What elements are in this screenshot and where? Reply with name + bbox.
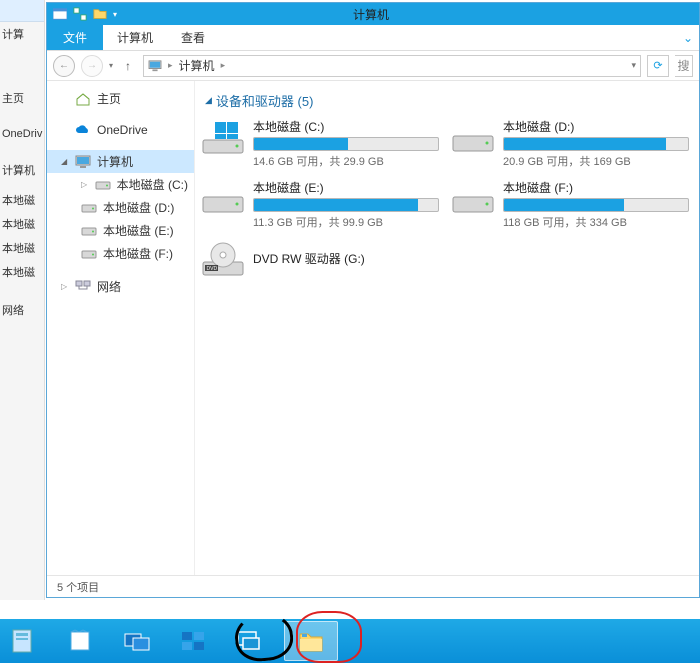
content-area[interactable]: ◢ 设备和驱动器 (5) 本地磁盘 (C:) 14.6 GB 可用，共 29.9…	[195, 81, 699, 575]
nav-drive-e[interactable]: 本地磁盘 (E:)	[47, 219, 194, 242]
recent-dropdown-icon[interactable]: ▾	[109, 61, 113, 70]
background-window: 计算 主页 OneDriv 计算机 本地磁 本地磁 本地磁 本地磁 网络	[0, 0, 45, 600]
drive-name: DVD RW 驱动器 (G:)	[253, 240, 433, 269]
nav-label: 本地磁盘 (E:)	[103, 222, 174, 239]
nav-onedrive[interactable]: OneDrive	[47, 120, 194, 140]
group-title: 设备和驱动器 (5)	[216, 91, 314, 110]
taskbar-app-3[interactable]	[116, 624, 158, 658]
file-tab[interactable]: 文件	[47, 25, 103, 50]
nav-computer[interactable]: ◢ 计算机	[47, 150, 194, 173]
drive-icon	[81, 247, 97, 261]
drive-name: 本地磁盘 (F:)	[503, 179, 689, 198]
taskbar-app-5[interactable]	[228, 624, 270, 658]
taskbar-notes[interactable]	[60, 624, 102, 658]
drive-e[interactable]: 本地磁盘 (E:) 11.3 GB 可用，共 99.9 GB	[201, 179, 433, 230]
usage-bar	[503, 198, 689, 212]
home-icon	[75, 92, 91, 106]
drive-name: 本地磁盘 (C:)	[253, 118, 439, 137]
usage-bar	[253, 198, 439, 212]
drive-d[interactable]: 本地磁盘 (D:) 20.9 GB 可用，共 169 GB	[451, 118, 683, 169]
drive-icon	[81, 224, 97, 238]
drive-stats: 14.6 GB 可用，共 29.9 GB	[253, 151, 439, 169]
up-button[interactable]: ↑	[119, 59, 137, 73]
expand-icon[interactable]: ▷	[61, 282, 69, 291]
nav-drive-f[interactable]: 本地磁盘 (F:)	[47, 242, 194, 265]
breadcrumb[interactable]: 计算机	[179, 57, 215, 74]
expand-icon[interactable]: ▷	[81, 180, 89, 189]
address-dropdown-icon[interactable]: ▾	[631, 60, 636, 71]
collapse-icon[interactable]: ◢	[205, 95, 212, 106]
nav-network[interactable]: ▷ 网络	[47, 275, 194, 298]
item-count: 5 个项目	[57, 579, 99, 595]
drive-icon	[451, 179, 495, 217]
view-tab[interactable]: 查看	[167, 25, 219, 50]
taskbar[interactable]	[0, 619, 700, 663]
drive-f[interactable]: 本地磁盘 (F:) 118 GB 可用，共 334 GB	[451, 179, 683, 230]
drive-icon	[81, 201, 97, 215]
navigation-pane: 主页 OneDrive ◢ 计算机 ▷ 本地磁盘	[47, 81, 195, 575]
computer-icon	[75, 155, 91, 169]
usage-bar	[503, 137, 689, 151]
drive-stats: 20.9 GB 可用，共 169 GB	[503, 151, 689, 169]
nav-label: 本地磁盘 (D:)	[103, 199, 174, 216]
system-drive-icon	[201, 118, 245, 156]
breadcrumb-separator[interactable]: ▸	[168, 60, 173, 71]
status-bar: 5 个项目	[47, 575, 699, 597]
nav-home[interactable]: 主页	[47, 87, 194, 110]
nav-label: 本地磁盘 (C:)	[117, 176, 188, 193]
drive-stats: 11.3 GB 可用，共 99.9 GB	[253, 212, 439, 230]
nav-label: 网络	[97, 278, 121, 295]
file-explorer-window: ▾ 计算机 文件 计算机 查看 ⌄ ← → ▾ ↑ ▸ 计算机 ▸ ▾ ⟳ 搜	[46, 2, 700, 598]
drive-icon	[201, 179, 245, 217]
nav-label: 计算机	[97, 153, 133, 170]
titlebar[interactable]: ▾ 计算机	[47, 3, 699, 25]
drive-icon	[451, 118, 495, 156]
ribbon-tabs: 文件 计算机 查看 ⌄	[47, 25, 699, 51]
taskbar-file-explorer[interactable]	[284, 621, 338, 661]
nav-label: 主页	[97, 90, 121, 107]
network-icon	[75, 280, 91, 294]
address-bar[interactable]: ▸ 计算机 ▸ ▾	[143, 55, 641, 77]
qat-dropdown-icon[interactable]: ▾	[113, 10, 117, 19]
app-icon	[53, 7, 67, 21]
breadcrumb-separator[interactable]: ▸	[221, 60, 226, 71]
taskbar-app-4[interactable]	[172, 624, 214, 658]
drive-name: 本地磁盘 (E:)	[253, 179, 439, 198]
drives-grid: 本地磁盘 (C:) 14.6 GB 可用，共 29.9 GB 本地磁盘 (D:)…	[201, 118, 693, 278]
drive-stats: 118 GB 可用，共 334 GB	[503, 212, 689, 230]
properties-icon[interactable]	[73, 7, 87, 21]
drive-icon	[95, 178, 111, 192]
computer-tab[interactable]: 计算机	[103, 25, 167, 50]
folder-icon[interactable]	[93, 7, 107, 21]
search-box[interactable]: 搜	[675, 55, 693, 77]
expand-icon[interactable]: ◢	[61, 157, 69, 166]
taskbar-app-1[interactable]	[4, 624, 46, 658]
nav-label: 本地磁盘 (F:)	[103, 245, 173, 262]
refresh-button[interactable]: ⟳	[647, 55, 669, 77]
drive-name: 本地磁盘 (D:)	[503, 118, 689, 137]
navigation-bar: ← → ▾ ↑ ▸ 计算机 ▸ ▾ ⟳ 搜	[47, 51, 699, 81]
dvd-drive-icon: DVD	[201, 240, 245, 278]
drive-c[interactable]: 本地磁盘 (C:) 14.6 GB 可用，共 29.9 GB	[201, 118, 433, 169]
nav-drive-d[interactable]: 本地磁盘 (D:)	[47, 196, 194, 219]
group-header[interactable]: ◢ 设备和驱动器 (5)	[201, 89, 693, 118]
forward-button[interactable]: →	[81, 55, 103, 77]
back-button[interactable]: ←	[53, 55, 75, 77]
window-title: 计算机	[123, 6, 619, 23]
usage-bar	[253, 137, 439, 151]
nav-label: OneDrive	[97, 123, 148, 137]
ribbon-expand-icon[interactable]: ⌄	[677, 25, 699, 50]
cloud-icon	[75, 123, 91, 137]
svg-text:DVD: DVD	[207, 266, 218, 272]
drive-dvd[interactable]: DVD DVD RW 驱动器 (G:)	[201, 240, 433, 278]
nav-drive-c[interactable]: ▷ 本地磁盘 (C:)	[47, 173, 194, 196]
computer-icon	[148, 60, 162, 72]
